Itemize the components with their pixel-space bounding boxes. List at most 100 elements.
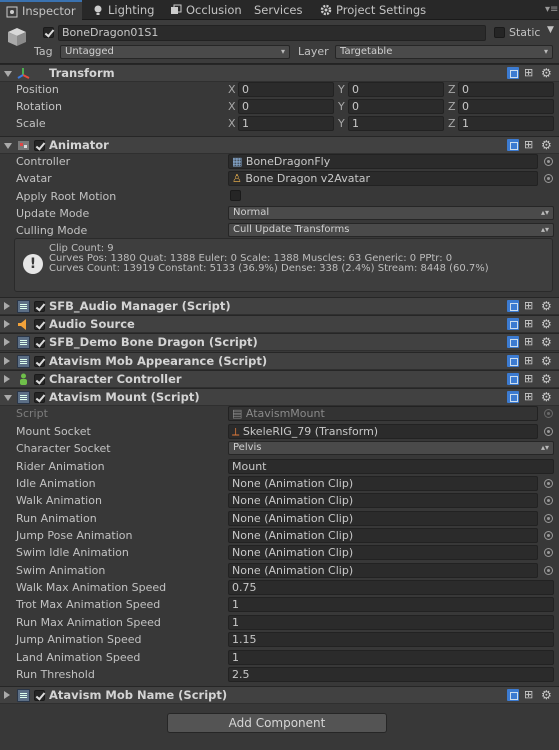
help-book-icon[interactable]: [507, 391, 519, 403]
preset-icon[interactable]: ⊞: [524, 391, 536, 403]
component-header-sfb-audio-manager[interactable]: SFB_Audio Manager (Script) ⊞ ⚙: [0, 297, 559, 315]
add-component-button[interactable]: Add Component: [167, 713, 387, 733]
land-animation-speed-field[interactable]: 1: [228, 650, 554, 665]
tab-inspector[interactable]: Inspector: [0, 0, 82, 20]
swim-idle-animation-field[interactable]: None (Animation Clip): [228, 545, 538, 560]
help-book-icon[interactable]: [507, 67, 519, 79]
gear-icon[interactable]: ⚙: [541, 318, 553, 330]
gear-icon[interactable]: ⚙: [541, 139, 553, 151]
position-x-field[interactable]: 0: [238, 82, 334, 97]
gear-icon[interactable]: ⚙: [541, 391, 553, 403]
atavism-mount-component-header[interactable]: Atavism Mount (Script) ⊞ ⚙: [0, 388, 559, 406]
layer-dropdown[interactable]: Targetable ▾: [335, 45, 553, 59]
preset-icon[interactable]: ⊞: [524, 373, 536, 385]
controller-field[interactable]: ▦ BoneDragonFly: [228, 154, 538, 169]
gear-icon[interactable]: ⚙: [541, 67, 553, 79]
component-header-audio-source[interactable]: Audio Source ⊞ ⚙: [0, 315, 559, 333]
tab-lighting[interactable]: Lighting: [86, 0, 162, 20]
preset-icon[interactable]: ⊞: [524, 139, 536, 151]
component-enabled-checkbox[interactable]: [34, 374, 45, 385]
component-enabled-checkbox[interactable]: [34, 319, 45, 330]
gear-icon[interactable]: ⚙: [541, 373, 553, 385]
object-picker-icon[interactable]: [544, 566, 553, 575]
tab-services[interactable]: Services: [232, 0, 304, 20]
animator-enabled-checkbox[interactable]: [34, 140, 45, 151]
character-socket-dropdown[interactable]: Pelvis ▴▾: [228, 441, 554, 455]
foldout-arrow[interactable]: [4, 395, 12, 401]
rotation-x-field[interactable]: 0: [238, 99, 334, 114]
object-picker-icon[interactable]: [544, 514, 553, 523]
position-y-field[interactable]: 0: [348, 82, 444, 97]
preset-icon[interactable]: ⊞: [524, 336, 536, 348]
active-checkbox[interactable]: [43, 27, 54, 38]
component-header-atavism-mob-appearance[interactable]: Atavism Mob Appearance (Script) ⊞ ⚙: [0, 352, 559, 370]
foldout-arrow[interactable]: [4, 338, 10, 346]
jump-pose-animation-field[interactable]: None (Animation Clip): [228, 528, 538, 543]
jump-animation-speed-field[interactable]: 1.15: [228, 632, 554, 647]
component-header-sfb-demo-bone-dragon[interactable]: SFB_Demo Bone Dragon (Script) ⊞ ⚙: [0, 333, 559, 351]
culling-mode-dropdown[interactable]: Cull Update Transforms ▴▾: [228, 223, 554, 237]
object-picker-icon[interactable]: [544, 174, 553, 183]
scale-x-field[interactable]: 1: [238, 116, 334, 131]
transform-component-header[interactable]: Transform ⊞ ⚙: [0, 64, 559, 82]
preset-icon[interactable]: ⊞: [524, 67, 536, 79]
rotation-y-field[interactable]: 0: [348, 99, 444, 114]
object-name-field[interactable]: BoneDragon01S1: [58, 25, 486, 41]
gear-icon[interactable]: ⚙: [541, 355, 553, 367]
component-enabled-checkbox[interactable]: [34, 337, 45, 348]
help-book-icon[interactable]: [507, 689, 519, 701]
preset-icon[interactable]: ⊞: [524, 355, 536, 367]
gear-icon[interactable]: ⚙: [541, 689, 553, 701]
run-animation-field[interactable]: None (Animation Clip): [228, 511, 538, 526]
mount-socket-field[interactable]: ⟂ SkeleRIG_79 (Transform): [228, 424, 538, 439]
tab-menu-icon[interactable]: ▾≡: [545, 5, 558, 15]
help-book-icon[interactable]: [507, 336, 519, 348]
run-max-animation-speed-field[interactable]: 1: [228, 615, 554, 630]
tag-dropdown[interactable]: Untagged ▾: [60, 45, 290, 59]
foldout-arrow[interactable]: [4, 320, 10, 328]
gear-icon[interactable]: ⚙: [541, 300, 553, 312]
foldout-arrow[interactable]: [4, 143, 12, 149]
help-book-icon[interactable]: [507, 318, 519, 330]
foldout-arrow[interactable]: [4, 302, 10, 310]
tab-project-settings[interactable]: Project Settings: [314, 0, 434, 20]
static-checkbox[interactable]: [494, 27, 505, 38]
component-enabled-checkbox[interactable]: [34, 690, 45, 701]
help-book-icon[interactable]: [507, 139, 519, 151]
walk-max-animation-speed-field[interactable]: 0.75: [228, 580, 554, 595]
foldout-arrow[interactable]: [4, 375, 10, 383]
walk-animation-field[interactable]: None (Animation Clip): [228, 493, 538, 508]
trot-max-animation-speed-field[interactable]: 1: [228, 597, 554, 612]
help-book-icon[interactable]: [507, 300, 519, 312]
object-picker-icon[interactable]: [544, 157, 553, 166]
avatar-field[interactable]: ♙ Bone Dragon v2Avatar: [228, 171, 538, 186]
scale-z-field[interactable]: 1: [458, 116, 554, 131]
position-z-field[interactable]: 0: [458, 82, 554, 97]
static-dropdown-arrow[interactable]: ▼: [547, 25, 554, 35]
component-enabled-checkbox[interactable]: [34, 356, 45, 367]
apply-root-motion-checkbox[interactable]: [230, 190, 241, 201]
update-mode-dropdown[interactable]: Normal ▴▾: [228, 206, 554, 220]
idle-animation-field[interactable]: None (Animation Clip): [228, 476, 538, 491]
gear-icon[interactable]: ⚙: [541, 336, 553, 348]
component-header-character-controller[interactable]: Character Controller ⊞ ⚙: [0, 370, 559, 388]
help-book-icon[interactable]: [507, 355, 519, 367]
scale-y-field[interactable]: 1: [348, 116, 444, 131]
foldout-arrow[interactable]: [4, 71, 12, 77]
preset-icon[interactable]: ⊞: [524, 689, 536, 701]
preset-icon[interactable]: ⊞: [524, 318, 536, 330]
foldout-arrow[interactable]: [4, 357, 10, 365]
animator-component-header[interactable]: Animator ⊞ ⚙: [0, 136, 559, 154]
run-threshold-field[interactable]: 2.5: [228, 667, 554, 682]
foldout-arrow[interactable]: [4, 691, 10, 699]
help-book-icon[interactable]: [507, 373, 519, 385]
rider-animation-field[interactable]: Mount: [228, 459, 554, 474]
swim-animation-field[interactable]: None (Animation Clip): [228, 563, 538, 578]
preset-icon[interactable]: ⊞: [524, 300, 536, 312]
object-picker-icon[interactable]: [544, 548, 553, 557]
component-header-atavism-mob-name[interactable]: Atavism Mob Name (Script) ⊞ ⚙: [0, 686, 559, 704]
component-enabled-checkbox[interactable]: [34, 301, 45, 312]
rotation-z-field[interactable]: 0: [458, 99, 554, 114]
object-picker-icon[interactable]: [544, 496, 553, 505]
object-picker-icon[interactable]: [544, 531, 553, 540]
